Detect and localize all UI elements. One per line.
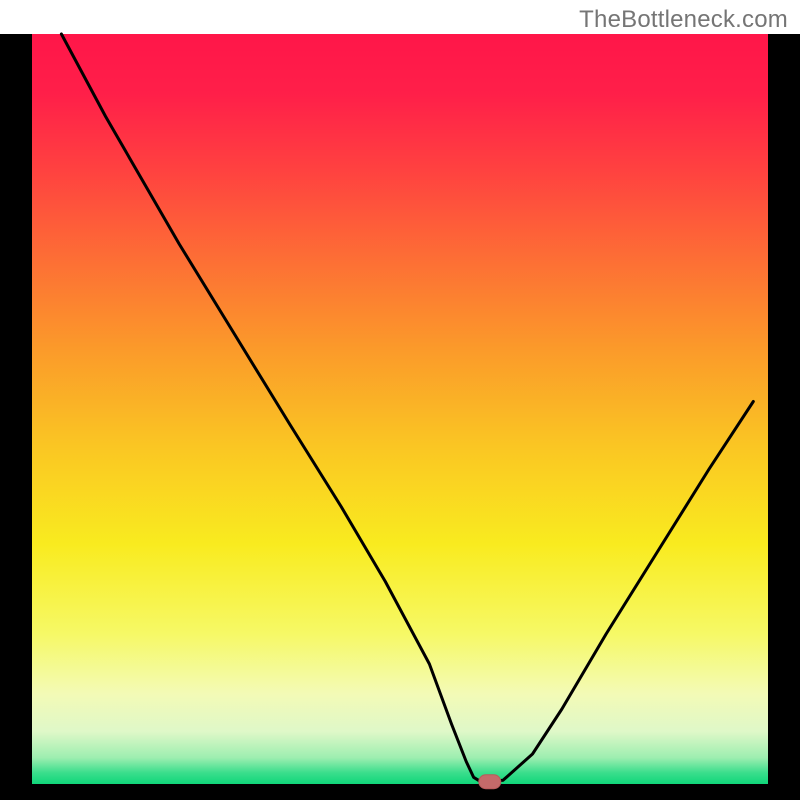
watermark-text: TheBottleneck.com	[579, 6, 788, 34]
bottleneck-chart	[0, 0, 800, 800]
chart-background	[0, 34, 800, 800]
chart-container: TheBottleneck.com	[0, 0, 800, 800]
chart-marker	[479, 775, 501, 789]
